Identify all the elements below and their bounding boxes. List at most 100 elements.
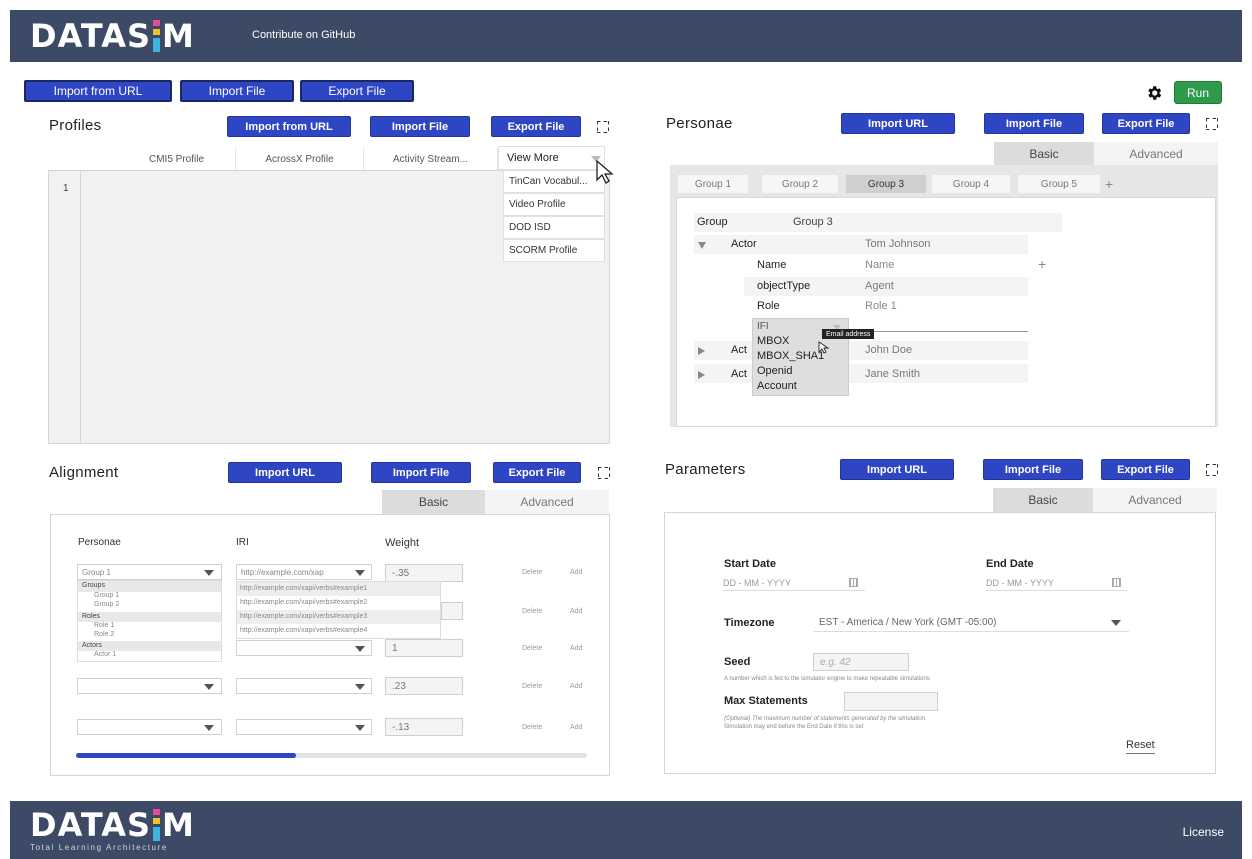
iri-option-2[interactable]: http://example.com/xapi/verbs#example2 <box>237 596 440 610</box>
parameters-export-file-button[interactable]: Export File <box>1101 459 1190 480</box>
personae-tab-advanced[interactable]: Advanced <box>1094 142 1218 165</box>
iri-select[interactable] <box>236 719 372 735</box>
expand-actor2-icon[interactable] <box>698 347 705 355</box>
parameters-tab-advanced[interactable]: Advanced <box>1093 488 1217 512</box>
run-button[interactable]: Run <box>1174 81 1222 104</box>
actor-value[interactable]: Tom Johnson <box>865 238 930 250</box>
iri-option-1[interactable]: http://example.com/xapi/verbs#example1 <box>237 582 440 596</box>
tab-cmi5-profile[interactable]: CMI5 Profile <box>118 148 236 170</box>
alignment-tab-advanced[interactable]: Advanced <box>485 490 609 514</box>
persona-select[interactable] <box>77 719 222 735</box>
profiles-import-file-button[interactable]: Import File <box>370 116 470 137</box>
actor2-value[interactable]: John Doe <box>865 344 912 356</box>
name-input[interactable]: Name <box>865 259 894 271</box>
iri-select[interactable] <box>236 640 372 656</box>
parameters-import-url-button[interactable]: Import URL <box>840 459 954 480</box>
horizontal-scrollbar[interactable] <box>76 753 587 758</box>
iri-option-4[interactable]: http://example.com/xapi/verbs#example4 <box>237 624 440 638</box>
ifi-option-mbox-sha1[interactable]: MBOX_SHA1 <box>757 350 824 362</box>
weight-input[interactable]: 1 <box>385 639 463 657</box>
delete-button[interactable]: Delete <box>522 645 542 652</box>
iri-options-list[interactable]: http://example.com/xapi/verbs#example1 h… <box>236 581 441 639</box>
top-export-file-button[interactable]: Export File <box>300 80 414 102</box>
alignment-import-url-button[interactable]: Import URL <box>228 462 342 483</box>
alignment-import-file-button[interactable]: Import File <box>371 462 471 483</box>
group-value[interactable]: Group 3 <box>793 216 833 228</box>
group-tab-5[interactable]: Group 5 <box>1018 175 1100 193</box>
delete-button[interactable]: Delete <box>522 569 542 576</box>
option-group-2[interactable]: Group 2 <box>94 601 119 608</box>
delete-button[interactable]: Delete <box>522 608 542 615</box>
ifi-option-account[interactable]: Account <box>757 380 797 392</box>
group-tab-2[interactable]: Group 2 <box>762 175 838 193</box>
menu-item-scorm-profile[interactable]: SCORM Profile <box>503 239 605 262</box>
add-button[interactable]: Add <box>570 608 582 615</box>
top-import-url-button[interactable]: Import from URL <box>24 80 172 102</box>
parameters-import-file-button[interactable]: Import File <box>983 459 1083 480</box>
iri-option-3[interactable]: http://example.com/xapi/verbs#example3 <box>237 610 440 624</box>
gear-icon[interactable] <box>1145 84 1163 102</box>
persona-select[interactable]: Group 1 <box>77 564 222 580</box>
option-group-1[interactable]: Group 1 <box>94 592 119 599</box>
weight-input[interactable] <box>441 602 463 620</box>
alignment-export-file-button[interactable]: Export File <box>493 462 581 483</box>
calendar-icon[interactable] <box>1112 578 1121 587</box>
seed-input[interactable]: e.g. 42 <box>813 653 909 671</box>
weight-input[interactable]: -.13 <box>385 718 463 736</box>
persona-options-list[interactable]: Groups Group 1 Group 2 Roles Role 1 Role… <box>77 580 222 662</box>
weight-input[interactable]: -.35 <box>385 564 463 582</box>
scrollbar-thumb[interactable] <box>76 753 296 758</box>
tab-acrossx-profile[interactable]: AcrossX Profile <box>236 148 364 170</box>
ifi-option-openid[interactable]: Openid <box>757 365 792 377</box>
group-tab-1[interactable]: Group 1 <box>678 175 748 193</box>
menu-item-dod-isd[interactable]: DOD ISD <box>503 216 605 239</box>
role-value[interactable]: Role 1 <box>865 300 897 312</box>
menu-item-tincan[interactable]: TinCan Vocabul... <box>503 170 605 193</box>
alignment-expand-icon[interactable] <box>598 467 608 477</box>
group-tab-4[interactable]: Group 4 <box>932 175 1010 193</box>
calendar-icon[interactable] <box>849 578 858 587</box>
add-button[interactable]: Add <box>570 683 582 690</box>
profiles-export-file-button[interactable]: Export File <box>491 116 581 137</box>
parameters-expand-icon[interactable] <box>1206 464 1216 474</box>
license-link[interactable]: License <box>1183 825 1224 839</box>
option-role-1[interactable]: Role 1 <box>94 622 114 629</box>
delete-button[interactable]: Delete <box>522 724 542 731</box>
weight-input[interactable]: .23 <box>385 677 463 695</box>
actor3-value[interactable]: Jane Smith <box>865 368 920 380</box>
timezone-select[interactable]: EST - America / New York (GMT -05:00) <box>813 613 1129 632</box>
menu-item-video-profile[interactable]: Video Profile <box>503 193 605 216</box>
personae-expand-icon[interactable] <box>1206 118 1216 128</box>
add-group-button[interactable]: + <box>1105 176 1113 192</box>
group-tab-3[interactable]: Group 3 <box>846 175 926 193</box>
iri-select[interactable] <box>236 678 372 694</box>
profiles-import-url-button[interactable]: Import from URL <box>227 116 351 137</box>
parameters-tab-basic[interactable]: Basic <box>993 488 1093 512</box>
reset-button[interactable]: Reset <box>1126 739 1155 754</box>
add-field-button[interactable]: + <box>1038 256 1046 272</box>
collapse-actor-icon[interactable] <box>698 242 706 249</box>
iri-select[interactable]: http://example.com/xap <box>236 564 372 580</box>
personae-import-file-button[interactable]: Import File <box>984 113 1084 134</box>
top-import-file-button[interactable]: Import File <box>180 80 294 102</box>
add-button[interactable]: Add <box>570 569 582 576</box>
expand-actor3-icon[interactable] <box>698 371 705 379</box>
github-link[interactable]: Contribute on GitHub <box>252 29 355 41</box>
alignment-tab-basic[interactable]: Basic <box>382 490 485 514</box>
view-more-dropdown[interactable]: View More <box>498 146 605 170</box>
personae-tab-basic[interactable]: Basic <box>994 142 1094 165</box>
ifi-option-mbox[interactable]: MBOX <box>757 335 789 347</box>
option-actor-1[interactable]: Actor 1 <box>94 651 116 658</box>
personae-export-file-button[interactable]: Export File <box>1102 113 1190 134</box>
add-button[interactable]: Add <box>570 645 582 652</box>
persona-select[interactable] <box>77 678 222 694</box>
max-statements-input[interactable] <box>844 692 938 711</box>
add-button[interactable]: Add <box>570 724 582 731</box>
start-date-input[interactable]: DD - MM - YYYY <box>723 575 865 591</box>
end-date-input[interactable]: DD - MM - YYYY <box>986 575 1128 591</box>
delete-button[interactable]: Delete <box>522 683 542 690</box>
tab-activity-stream[interactable]: Activity Stream... <box>364 148 498 170</box>
objecttype-value[interactable]: Agent <box>865 280 894 292</box>
personae-import-url-button[interactable]: Import URL <box>841 113 955 134</box>
option-role-2[interactable]: Role 2 <box>94 631 114 638</box>
